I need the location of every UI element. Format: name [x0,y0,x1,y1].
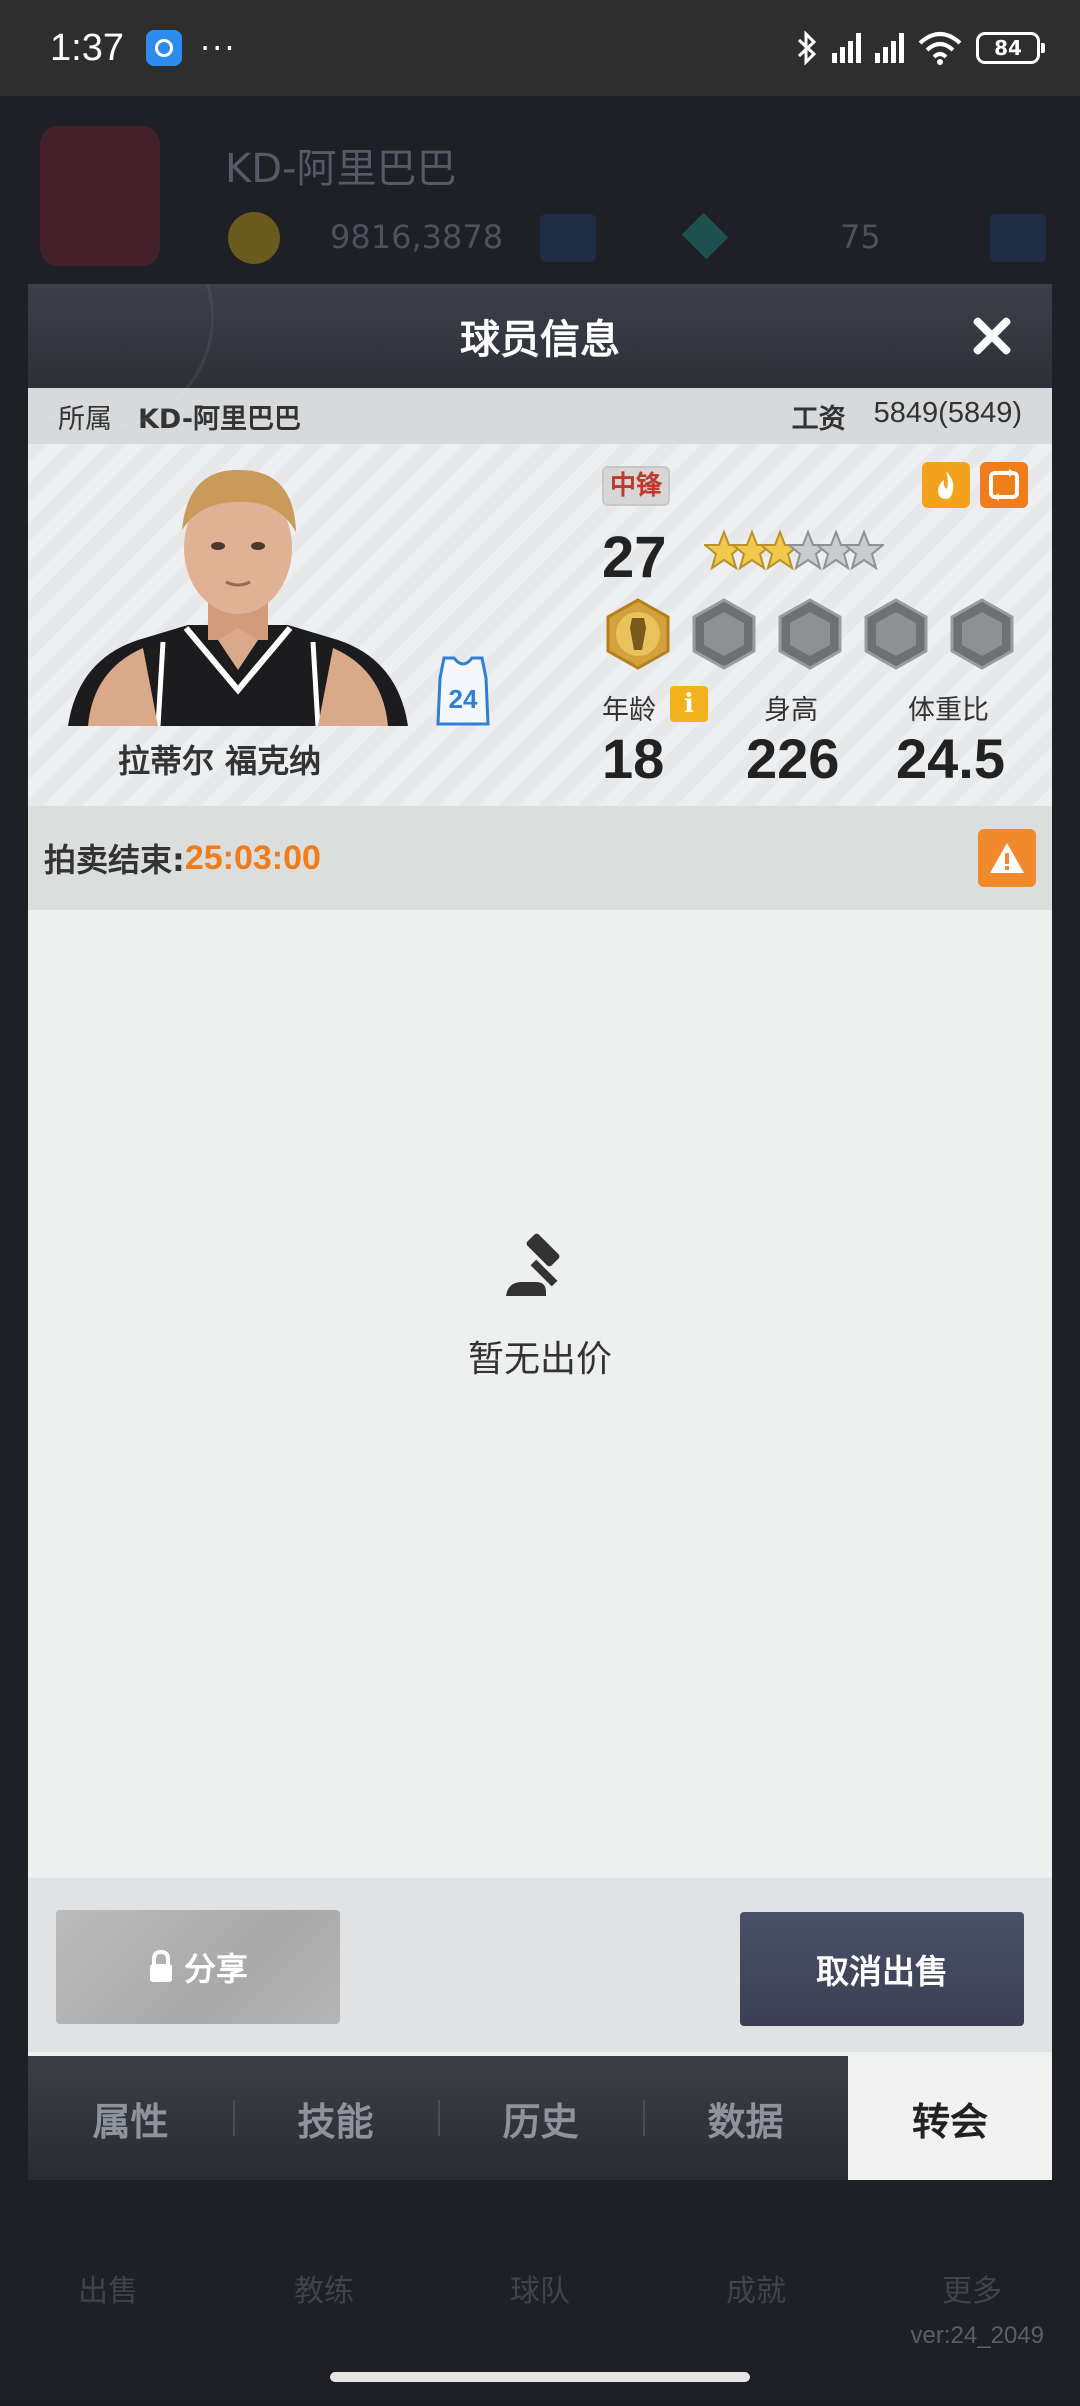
empty-badge-icon[interactable] [946,598,1018,670]
coin-icon [228,212,280,264]
bg-nav-item: 出售 [78,2274,138,2309]
player-info-dialog: 球员信息 所属 KD-阿里巴巴 工资 5849(5849) 拉蒂尔 福克纳 [28,284,1052,2180]
dialog-title: 球员信息 [460,317,620,363]
gavel-icon [506,1233,560,1296]
clock: 1:37 [50,26,124,69]
gem-icon [681,212,729,260]
tab-attributes[interactable]: 属性 [28,2056,233,2180]
bluetooth-icon [797,30,817,66]
empty-state-text: 暂无出价 [467,1339,612,1380]
wifi-icon [918,32,962,65]
weight-ratio-label: 体重比 [908,695,989,726]
coin-balance: 9816,3878 [330,218,504,256]
share-button[interactable]: 分享 [56,1910,340,2024]
app-notification-icon [145,30,182,66]
bg-nav-item: 球队 [510,2274,570,2309]
jersey-icon: 24 [436,656,490,726]
warning-icon [990,843,1024,873]
dialog-tabs: 属性 技能 历史 数据 转会 [28,2056,1052,2180]
tab-history[interactable]: 历史 [438,2056,643,2180]
gem-balance: 75 [840,218,881,256]
tab-transfer[interactable]: 转会 [848,2056,1052,2180]
salary-label: 工资 [791,403,846,435]
star-empty-icon [844,529,884,571]
report-button[interactable] [978,829,1036,887]
home-indicator[interactable] [330,2372,750,2382]
auction-end-label: 拍卖结束: [44,841,185,879]
height-label: 身高 [764,695,818,726]
swap-button[interactable] [980,462,1028,508]
jersey-number: 24 [449,684,478,714]
status-bar: 1:37 ··· 84 [0,0,1080,96]
action-bar: 分享 取消出售 [28,1878,1052,2052]
owner-salary-row: 所属 KD-阿里巴巴 工资 5849(5849) [28,388,1052,444]
close-button[interactable] [966,310,1018,362]
player-card: 拉蒂尔 福克纳 24 中锋 27 年龄 i 身高 体重比 18 226 24.5 [28,444,1052,806]
team-logo [40,126,160,266]
dialog-header: 球员信息 [28,284,1052,430]
bg-nav-item: 更多 [942,2274,1002,2309]
fire-icon [938,471,954,499]
share-label: 分享 [183,1950,248,1988]
overall-rating: 27 [602,525,667,590]
bg-team-name: KD-阿里巴巴 [225,146,457,192]
auction-row: 拍卖结束: 25:03:00 [28,806,1052,910]
battery-indicator: 84 [976,32,1045,64]
signal-2-icon [875,33,904,63]
empty-badge-icon[interactable] [688,598,760,670]
star-rating [704,528,884,572]
skill-badges [602,598,1018,670]
player-name: 拉蒂尔 福克纳 [118,742,322,780]
age-label: 年龄 [602,695,656,726]
weight-ratio-value: 24.5 [896,727,1005,790]
bids-list: 暂无出价 [28,910,1052,1878]
hot-button[interactable] [922,462,970,508]
cancel-sale-button[interactable]: 取消出售 [740,1912,1024,2026]
signal-1-icon [832,33,861,63]
empty-badge-icon[interactable] [774,598,846,670]
salary-value: 5849(5849) [873,396,1022,429]
bg-nav-item: 成就 [726,2274,786,2309]
player-portrait [68,469,408,726]
bg-bottom-nav: 出售 教练 球队 成就 更多 [0,2156,1080,2406]
height-value: 226 [746,727,840,790]
add-coins-button [540,214,596,262]
add-gems-button [990,214,1046,262]
age-value: 18 [602,727,665,790]
tab-stats[interactable]: 数据 [643,2056,848,2180]
tab-skills[interactable]: 技能 [233,2056,438,2180]
position-badge: 中锋 [602,466,671,506]
battery-level: 84 [994,36,1022,60]
info-icon[interactable]: i [670,686,708,722]
version-label: ver:24_2049 [910,2322,1044,2349]
lock-icon [149,1950,172,1982]
empty-badge-icon[interactable] [860,598,932,670]
auction-countdown: 25:03:00 [184,838,321,877]
player-badge-icon[interactable] [602,598,674,670]
more-notifications-icon: ··· [199,29,237,67]
bg-nav-item: 教练 [294,2274,354,2309]
swap-icon [989,469,1019,501]
